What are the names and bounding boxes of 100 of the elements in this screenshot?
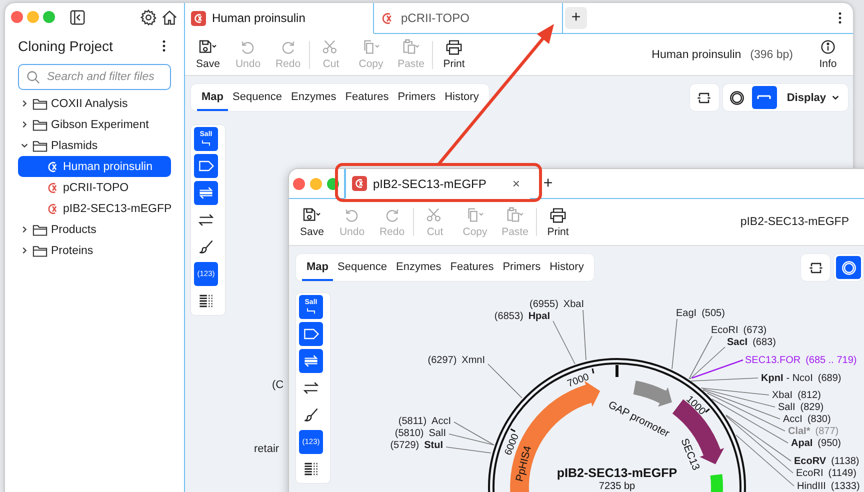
circular-view-icon (728, 88, 746, 106)
info-button[interactable]: Info (808, 39, 848, 70)
paintbrush-icon (302, 406, 320, 424)
view-tab[interactable]: Map (302, 254, 333, 281)
cut-site-icon (304, 307, 318, 315)
view-tab[interactable]: Features (340, 84, 394, 111)
cut-site-icon (199, 139, 213, 147)
copy-icon (465, 206, 485, 222)
search-field[interactable]: Search and filter files (18, 64, 171, 90)
paintbrush-icon (197, 238, 215, 256)
view-tab[interactable]: Primers (393, 84, 440, 111)
settings-icon[interactable] (140, 8, 157, 26)
chevron-down-icon (831, 93, 840, 102)
view-tab[interactable]: Primers (498, 254, 546, 281)
site-label[interactable]: EcoRI (673) (711, 325, 767, 336)
close-tab-button[interactable]: × (512, 176, 524, 191)
close-window-button[interactable] (293, 178, 305, 190)
scale-tick (510, 428, 516, 432)
folder-item[interactable]: COXII Analysis (18, 93, 171, 114)
print-button[interactable]: Print (434, 39, 474, 70)
info-icon (818, 39, 838, 55)
file-logo-icon (191, 10, 206, 26)
folder-item[interactable]: Products (18, 219, 171, 240)
new-tab-button[interactable]: + (565, 7, 587, 29)
primers-toggle[interactable] (194, 181, 218, 205)
print-icon (548, 206, 568, 222)
print-icon (444, 39, 464, 55)
site-label[interactable]: AccI (830) (783, 414, 831, 425)
map-label: retair (254, 443, 280, 455)
site-label[interactable]: SacI (683) (727, 337, 776, 348)
primers-toggle[interactable] (299, 349, 323, 373)
display-menu[interactable]: Display (778, 92, 846, 104)
map-length: 7235 bp (598, 481, 636, 492)
site-label[interactable]: HindIII (1333) (797, 481, 860, 492)
file-item[interactable]: pCRII-TOPO (18, 177, 171, 198)
site-label[interactable]: (6853) HpaI (494, 311, 550, 322)
site-label[interactable]: SalI (829) (778, 402, 824, 413)
sequence-grid-icon (302, 460, 320, 478)
view-tab[interactable]: Map (197, 84, 228, 111)
file-item[interactable]: Human proinsulin (18, 156, 171, 177)
save-icon (302, 206, 322, 222)
site-label[interactable]: (5810) SalI (394, 428, 446, 439)
sidebar-toggle-icon[interactable] (69, 8, 86, 26)
map-label: (C (272, 379, 284, 391)
print-button[interactable]: Print (538, 206, 578, 238)
close-window-button[interactable] (11, 11, 23, 23)
view-tab[interactable]: Sequence (228, 84, 287, 111)
site-label[interactable]: (5729) StuI (390, 440, 443, 451)
site-label[interactable]: SEC13.FOR (685 .. 719) (745, 355, 857, 366)
folder-item[interactable]: Gibson Experiment (18, 114, 171, 135)
site-label[interactable]: (6297) XmnI (428, 355, 485, 366)
site-label[interactable]: XbaI (812) (772, 390, 821, 401)
site-label[interactable]: ApaI (950) (791, 438, 842, 449)
folder-item[interactable]: Plasmids (18, 135, 171, 156)
site-label[interactable]: KpnI - NcoI (689) (761, 373, 842, 384)
sequence-grid-icon (197, 292, 215, 310)
home-icon[interactable] (161, 8, 178, 26)
chevron-down-icon[interactable] (20, 141, 29, 150)
features-toggle[interactable] (299, 322, 323, 346)
folder-icon (32, 118, 48, 132)
search-icon (26, 70, 40, 84)
more-options-icon[interactable] (161, 39, 167, 53)
view-tab[interactable]: Enzymes (286, 84, 341, 111)
leader-line (552, 320, 576, 364)
leader-line (582, 310, 586, 360)
bar-view-icon (757, 95, 772, 100)
view-tab[interactable]: History (440, 84, 484, 111)
chevron-right-icon[interactable] (20, 225, 29, 234)
chevron-right-icon[interactable] (20, 120, 29, 129)
file-item[interactable]: pIB2-SEC13-mEGFP (18, 198, 171, 219)
site-label[interactable]: EagI (505) (676, 308, 725, 319)
folder-icon (32, 138, 48, 152)
features-toggle[interactable] (194, 154, 218, 178)
leader-line (672, 318, 678, 370)
save-button[interactable]: Save (292, 206, 332, 238)
new-tab-button[interactable]: + (537, 172, 559, 194)
document-tab[interactable]: pIB2-SEC13-mEGFP × (344, 169, 530, 199)
site-label[interactable]: EcoRI (1149) (796, 468, 856, 479)
site-label[interactable]: EcoRV (1138) (794, 456, 860, 467)
save-icon (198, 39, 218, 55)
view-tab[interactable]: Enzymes (392, 254, 446, 281)
origin-tick (616, 365, 618, 377)
bar-view-button[interactable] (752, 86, 777, 109)
more-options-icon[interactable] (837, 11, 843, 25)
save-button[interactable]: Save (188, 39, 228, 70)
sequence-length: (396 bp) (750, 48, 793, 60)
paste-icon (401, 39, 421, 55)
chevron-right-icon[interactable] (20, 99, 29, 108)
site-label[interactable]: (5811) AccI (398, 416, 451, 427)
scale-tick (705, 408, 710, 413)
folder-item[interactable]: Proteins (18, 240, 171, 261)
view-tab[interactable]: History (545, 254, 588, 281)
view-tab[interactable]: Sequence (333, 254, 392, 281)
leader-line (488, 364, 522, 398)
site-label[interactable]: (6955) XbaI (530, 299, 584, 310)
copy-icon (361, 39, 381, 55)
view-tab[interactable]: Features (446, 254, 498, 281)
chevron-right-icon[interactable] (20, 246, 29, 255)
folder-icon (32, 222, 48, 236)
document-tab[interactable]: Human proinsulin (185, 3, 374, 34)
